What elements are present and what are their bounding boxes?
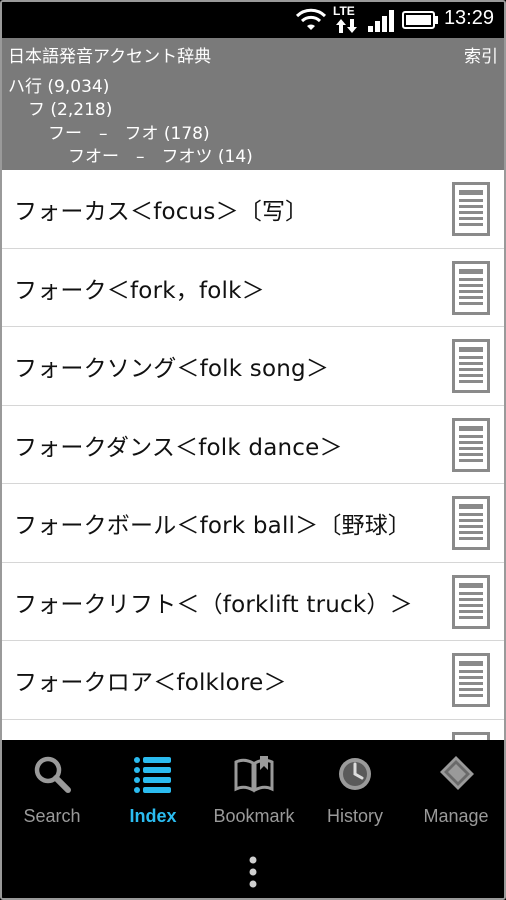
status-bar: LTE 13:29 bbox=[2, 2, 504, 38]
list-item-partial[interactable] bbox=[2, 720, 504, 740]
search-icon bbox=[34, 756, 71, 793]
bookmark-icon bbox=[234, 756, 274, 793]
list-item[interactable]: フォーク＜fork，folk＞ bbox=[2, 249, 504, 327]
nav-index[interactable]: Index bbox=[103, 740, 203, 840]
nav-label: Index bbox=[129, 806, 177, 826]
data-arrows-icon bbox=[336, 19, 357, 33]
clock: 13:29 bbox=[443, 7, 494, 29]
battery-icon bbox=[402, 11, 438, 29]
document-icon[interactable] bbox=[452, 260, 490, 315]
breadcrumb-level-3[interactable]: フー – フオ (178) bbox=[48, 119, 210, 144]
list-item[interactable]: フォーカス＜focus＞〔写〕 bbox=[2, 170, 504, 249]
overflow-menu-icon[interactable] bbox=[248, 856, 258, 888]
breadcrumb-level-1[interactable]: ハ行 (9,034) bbox=[8, 72, 109, 97]
nav-history[interactable]: History bbox=[305, 740, 405, 840]
index-header-button[interactable]: 索引 bbox=[464, 42, 498, 67]
document-icon[interactable] bbox=[452, 417, 490, 472]
network-type: LTE bbox=[333, 4, 355, 18]
signal-icon bbox=[368, 10, 394, 32]
nav-label: Bookmark bbox=[213, 806, 295, 826]
document-icon[interactable] bbox=[452, 339, 490, 393]
nav-manage[interactable]: Manage bbox=[406, 740, 504, 840]
entry-label: フォークソング＜folk song＞ bbox=[14, 356, 330, 382]
app-title: 日本語発音アクセント辞典 bbox=[8, 47, 212, 67]
nav-bookmark[interactable]: Bookmark bbox=[204, 740, 304, 840]
entry-label: フォークロア＜folklore＞ bbox=[14, 670, 287, 696]
entry-label: フォーカス＜focus＞〔写〕 bbox=[14, 199, 309, 225]
entry-label: フォークダンス＜folk dance＞ bbox=[14, 434, 343, 461]
document-icon[interactable] bbox=[452, 496, 490, 550]
manage-icon bbox=[440, 756, 474, 790]
app-header: 日本語発音アクセント辞典 索引 ハ行 (9,034) フ (2,218) フー … bbox=[2, 38, 504, 170]
bottom-navigation: Search Index Bookmark History Manage bbox=[2, 740, 504, 898]
nav-label: Manage bbox=[423, 806, 489, 826]
list-item[interactable]: フォークボール＜fork ball＞〔野球〕 bbox=[2, 484, 504, 563]
entry-list[interactable]: フォーカス＜focus＞〔写〕 フォーク＜fork，folk＞ フォークソング＜fo… bbox=[2, 170, 504, 740]
document-icon[interactable] bbox=[452, 574, 490, 629]
breadcrumb-level-2[interactable]: フ (2,218) bbox=[28, 95, 112, 120]
screen: LTE 13:29 日本語発音アクセント辞典 索引 ハ行 (9,034) フ (… bbox=[0, 0, 506, 900]
nav-label: Search bbox=[23, 806, 81, 826]
entry-label: フォークリフト＜（forklift truck）＞ bbox=[14, 591, 413, 618]
document-icon[interactable] bbox=[452, 182, 490, 236]
nav-label: History bbox=[326, 806, 383, 826]
nav-search[interactable]: Search bbox=[2, 740, 102, 840]
list-item[interactable]: フォークリフト＜（forklift truck）＞ bbox=[2, 563, 504, 641]
list-item[interactable]: フォークダンス＜folk dance＞ bbox=[2, 406, 504, 484]
history-icon bbox=[339, 758, 371, 790]
entry-label: フォーク＜fork，folk＞ bbox=[14, 277, 265, 304]
document-icon[interactable] bbox=[452, 731, 490, 740]
list-item[interactable]: フォークソング＜folk song＞ bbox=[2, 327, 504, 406]
breadcrumb-level-4[interactable]: フオー – フオツ (14) bbox=[68, 142, 253, 167]
list-icon bbox=[134, 757, 171, 793]
document-icon[interactable] bbox=[452, 653, 490, 707]
list-item[interactable]: フォークロア＜folklore＞ bbox=[2, 641, 504, 720]
wifi-icon bbox=[295, 8, 327, 30]
entry-label: フォークボール＜fork ball＞〔野球〕 bbox=[14, 513, 412, 539]
